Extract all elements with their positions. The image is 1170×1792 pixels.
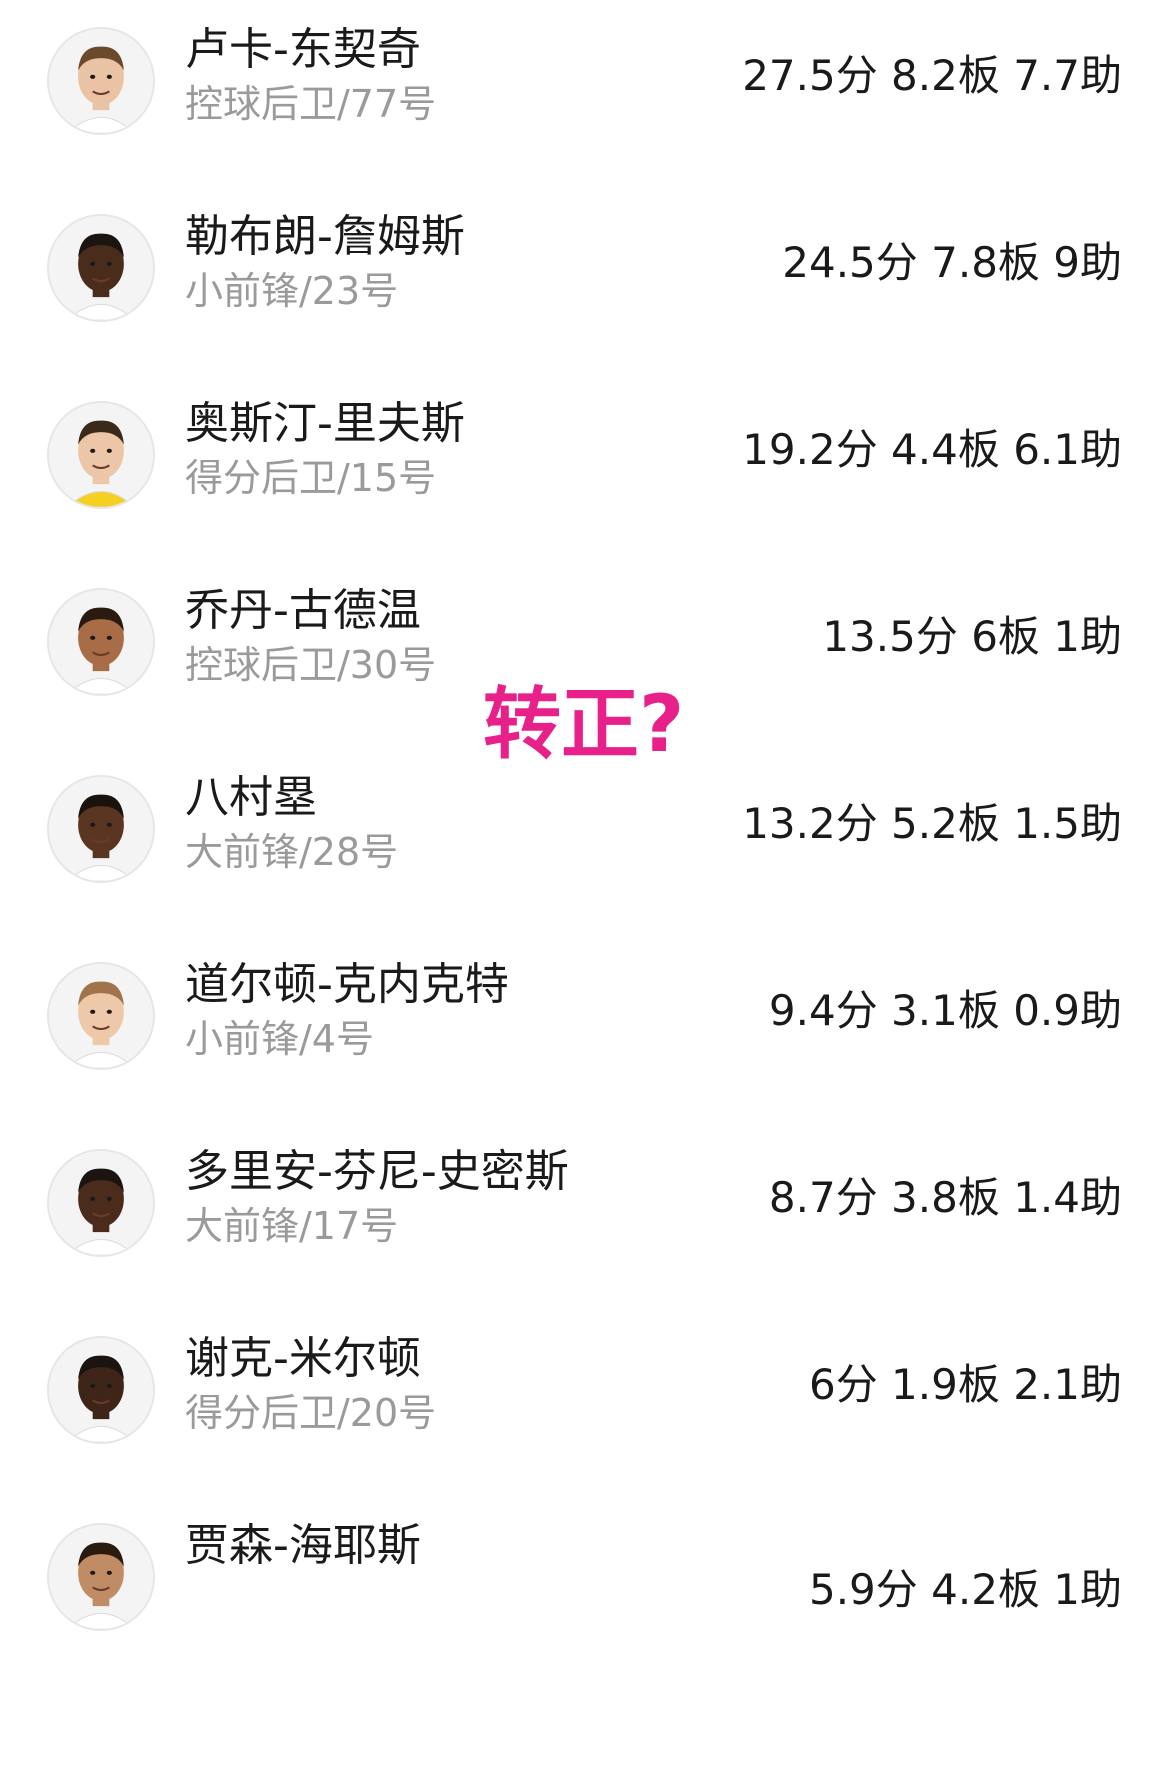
player-stats: 9.4分 3.1板 0.9助 (768, 986, 1122, 1035)
player-name: 谢克-米尔顿 (185, 1333, 421, 1384)
player-name: 勒布朗-詹姆斯 (185, 211, 465, 262)
player-name: 多里安-芬尼-史密斯 (185, 1146, 569, 1197)
player-row[interactable]: 道尔顿-克内克特小前锋/4号 9.4分 3.1板 0.9助 (0, 935, 1170, 1095)
player-name: 贾森-海耶斯 (185, 1520, 421, 1571)
player-name: 卢卡-东契奇 (185, 24, 421, 75)
player-row[interactable]: 谢克-米尔顿得分后卫/20号 6分 1.9板 2.1助 (0, 1309, 1170, 1469)
player-avatar (47, 588, 155, 696)
player-stats: 24.5分 7.8板 9助 (782, 238, 1122, 287)
player-name: 八村塁 (185, 772, 317, 823)
player-avatar (47, 962, 155, 1070)
player-avatar (47, 27, 155, 135)
player-list: 转正? 卢卡-东契奇 控球后卫/77号 27.5分 8.2板 7.7助 勒布朗-詹姆斯… (0, 0, 1170, 1792)
player-stats: 13.5分 6板 1助 (822, 612, 1122, 661)
player-position: 得分后卫/15号 (185, 456, 437, 500)
player-stats: 6分 1.9板 2.1助 (808, 1360, 1122, 1409)
player-position: 控球后卫/77号 (185, 82, 437, 126)
player-position: 小前锋/23号 (185, 269, 399, 313)
player-stats: 5.9分 4.2板 1助 (808, 1565, 1122, 1614)
player-avatar (47, 1149, 155, 1257)
player-name: 奥斯汀-里夫斯 (185, 398, 465, 449)
player-row[interactable]: 八村塁大前锋/28号 13.2分 5.2板 1.5助 (0, 748, 1170, 908)
player-row[interactable]: 卢卡-东契奇控球后卫/77号 27.5分 8.2板 7.7助 (0, 0, 1170, 160)
player-position: 得分后卫/20号 (185, 1391, 437, 1435)
player-stats: 8.7分 3.8板 1.4助 (768, 1173, 1122, 1222)
player-stats: 13.2分 5.2板 1.5助 (742, 799, 1122, 848)
player-stats: 19.2分 4.4板 6.1助 (742, 425, 1122, 474)
player-row[interactable]: 多里安-芬尼-史密斯大前锋/17号 8.7分 3.8板 1.4助 (0, 1122, 1170, 1282)
player-name: 乔丹-古德温 (185, 585, 421, 636)
player-avatar (47, 214, 155, 322)
player-row[interactable]: 贾森-海耶斯 5.9分 4.2板 1助 (0, 1496, 1170, 1656)
player-row[interactable]: 乔丹-古德温控球后卫/30号 13.5分 6板 1助 (0, 561, 1170, 721)
player-avatar (47, 1523, 155, 1631)
player-position: 大前锋/28号 (185, 830, 399, 874)
player-stats: 27.5分 8.2板 7.7助 (742, 51, 1122, 100)
player-name: 道尔顿-克内克特 (185, 959, 509, 1010)
player-position: 控球后卫/30号 (185, 643, 437, 687)
player-row[interactable]: 勒布朗-詹姆斯小前锋/23号 24.5分 7.8板 9助 (0, 187, 1170, 347)
player-position: 大前锋/17号 (185, 1204, 399, 1248)
player-avatar (47, 1336, 155, 1444)
player-avatar (47, 775, 155, 883)
player-row[interactable]: 奥斯汀-里夫斯得分后卫/15号 19.2分 4.4板 6.1助 (0, 374, 1170, 534)
player-position: 小前锋/4号 (185, 1017, 374, 1061)
player-avatar (47, 401, 155, 509)
